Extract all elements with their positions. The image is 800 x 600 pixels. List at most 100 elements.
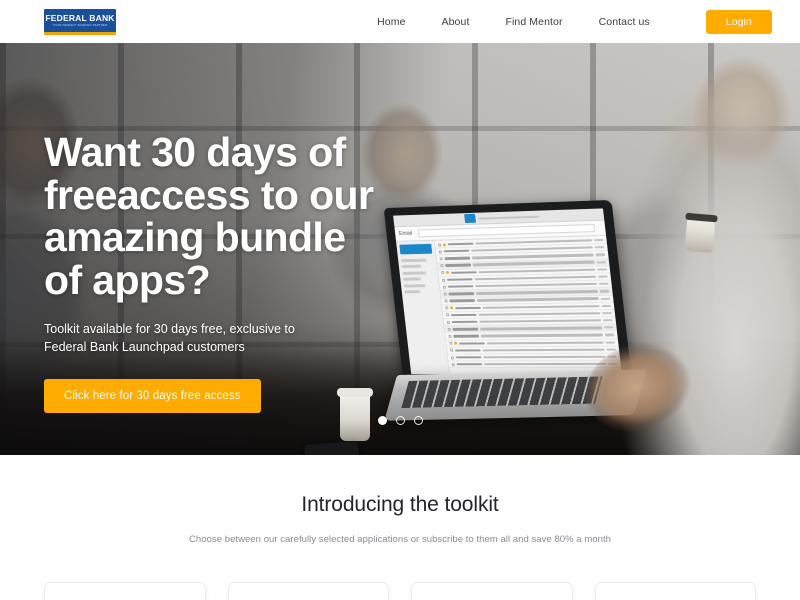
laptop-screen: Email	[393, 208, 622, 375]
mail-sender	[448, 292, 475, 296]
mail-checkbox-icon	[437, 243, 442, 247]
hero-cta-button[interactable]: Click here for 30 days free access	[44, 378, 261, 413]
mail-date	[603, 326, 614, 329]
mail-subject	[483, 355, 606, 359]
carousel-dot-3[interactable]	[413, 416, 423, 425]
mail-folder-item	[402, 271, 426, 275]
app-card-website-builder[interactable]: Website Builder	[594, 582, 756, 600]
mail-search-input	[417, 223, 596, 238]
mail-subject	[482, 304, 600, 309]
mail-sender	[443, 249, 470, 253]
mail-subject	[480, 326, 603, 331]
hero-title: Want 30 days of freeaccess to our amazin…	[44, 129, 374, 303]
site-header: FEDERAL BANK YOUR PERFECT BANKING PARTNE…	[0, 0, 800, 43]
mail-checkbox-icon	[450, 356, 455, 359]
mail-subject	[475, 282, 598, 288]
mail-subject	[484, 362, 607, 366]
mail-checkbox-icon	[449, 348, 454, 352]
carousel-dots	[0, 416, 800, 425]
mail-sender	[454, 306, 481, 310]
mail-folder-item	[403, 277, 421, 281]
mail-checkbox-icon	[442, 285, 447, 289]
coffee-cup-lid	[685, 212, 718, 223]
mail-subject	[474, 275, 597, 281]
mail-date	[595, 253, 606, 257]
mail-folder-item	[401, 265, 422, 269]
mail-checkbox-icon	[439, 257, 443, 261]
mail-star-icon	[454, 341, 458, 345]
laptop-lid: Email	[383, 199, 633, 384]
mail-date	[603, 319, 613, 322]
mail-sender	[449, 299, 476, 303]
mail-subject	[472, 261, 595, 267]
carousel-dot-1[interactable]	[377, 416, 387, 425]
mail-checkbox-icon	[445, 313, 450, 317]
mail-folder-item	[404, 290, 421, 294]
mail-sender	[450, 313, 477, 317]
mail-sender	[455, 356, 482, 359]
mail-star-icon	[446, 271, 450, 275]
mail-star-icon	[442, 243, 447, 247]
nav-item-contact-us[interactable]: Contact us	[599, 16, 650, 28]
mail-subject	[471, 246, 593, 253]
hero-subtitle: Toolkit available for 30 days free, excl…	[44, 321, 295, 354]
mail-folder-item	[403, 283, 426, 288]
mail-subject	[478, 311, 601, 316]
nav-item-about[interactable]: About	[442, 16, 470, 28]
mail-message-list	[434, 235, 622, 375]
mail-sender	[456, 363, 483, 366]
logo-tagline: YOUR PERFECT BANKING PARTNER	[52, 22, 108, 27]
mail-checkbox-icon	[443, 292, 447, 296]
login-button[interactable]: Login	[705, 9, 772, 34]
mail-sender	[452, 327, 479, 331]
mail-sender	[450, 270, 477, 274]
mail-topbar-line	[478, 215, 539, 220]
hero-banner: Email Want 30 days of freeaccess to our …	[0, 43, 800, 455]
mail-app-title: Email	[398, 230, 413, 237]
nav-item-find-mentor[interactable]: Find Mentor	[505, 16, 562, 28]
carousel-dot-2[interactable]	[395, 416, 405, 425]
mail-checkbox-icon	[447, 327, 451, 331]
mail-date	[599, 290, 610, 293]
mail-folder-item	[400, 258, 427, 263]
mail-date	[601, 304, 612, 307]
mail-checkbox-icon	[451, 363, 455, 367]
coffee-cup-background	[684, 212, 718, 254]
app-card-business-planning[interactable]: Business Planning	[44, 582, 206, 600]
app-card-expense-management[interactable]: Expense Management	[227, 582, 389, 600]
app-card-data-backup[interactable]: Data Backup	[411, 582, 573, 600]
mail-checkbox-icon	[444, 299, 448, 303]
toolkit-subtitle: Choose between our carefully selected ap…	[189, 534, 611, 545]
mail-checkbox-icon	[441, 271, 445, 275]
mail-checkbox-icon	[446, 320, 451, 324]
logo-name: FEDERAL BANK	[45, 12, 115, 23]
mail-subject	[486, 341, 604, 345]
toolkit-title: Introducing the toolkit	[301, 493, 499, 516]
nav-item-home[interactable]: Home	[377, 16, 405, 28]
mail-date	[605, 341, 616, 344]
app-card-grid: Business Planning Expense Management Dat…	[0, 582, 800, 600]
mail-date	[596, 260, 607, 264]
mail-sender	[447, 242, 474, 246]
mail-sender	[454, 349, 481, 352]
toolkit-section: Introducing the toolkit Choose between o…	[0, 455, 800, 600]
mail-checkbox-icon	[441, 278, 446, 282]
laptop-keyboard	[401, 376, 603, 408]
mail-sender	[444, 256, 471, 260]
mail-subject	[471, 253, 594, 260]
mail-sender	[451, 320, 478, 324]
mail-sender	[446, 278, 473, 282]
mail-compose-button	[399, 243, 433, 255]
mail-subject	[475, 239, 593, 245]
main-navigation: Home About Find Mentor Contact us	[377, 16, 650, 28]
mail-date	[604, 333, 615, 337]
mail-subject	[480, 333, 603, 338]
mail-app-body	[396, 235, 622, 375]
mail-sender	[447, 285, 474, 289]
mail-sender	[453, 334, 480, 338]
federal-bank-logo[interactable]: FEDERAL BANK YOUR PERFECT BANKING PARTNE…	[44, 8, 116, 35]
mail-sender	[445, 263, 472, 267]
mail-sender	[458, 341, 485, 345]
mail-checkbox-icon	[438, 250, 442, 254]
mail-checkbox-icon	[440, 264, 444, 268]
